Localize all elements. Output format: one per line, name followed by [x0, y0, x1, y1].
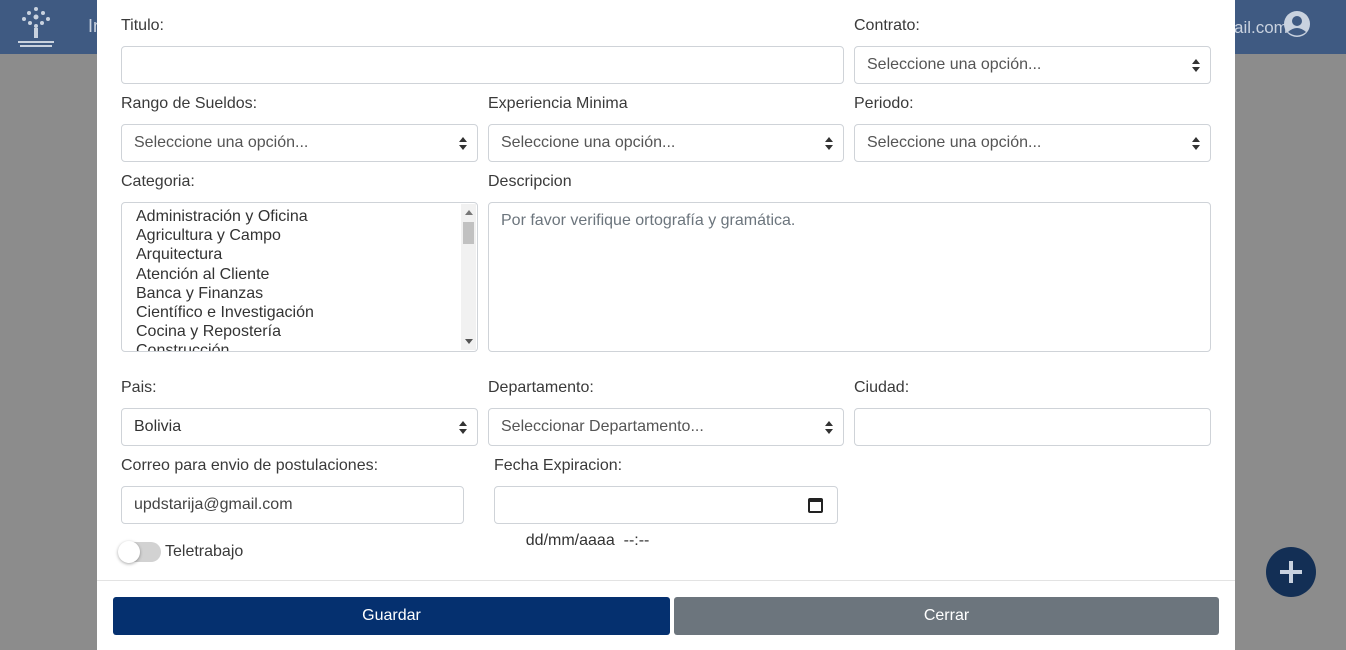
- departamento-label: Departamento:: [488, 379, 594, 396]
- rango-sueldos-label: Rango de Sueldos:: [121, 95, 258, 112]
- scrollbar-thumb[interactable]: [463, 222, 474, 244]
- scroll-down-icon[interactable]: [465, 339, 473, 344]
- listbox-scrollbar[interactable]: [461, 204, 476, 350]
- calendar-icon[interactable]: [808, 498, 823, 513]
- categoria-label: Categoria:: [121, 173, 195, 190]
- select-caret-icon: [459, 137, 467, 150]
- departamento-select[interactable]: Seleccionar Departamento...: [488, 408, 844, 446]
- categoria-option[interactable]: Arquitectura: [136, 245, 477, 264]
- categoria-option[interactable]: Construcción: [136, 341, 477, 351]
- university-logo-icon: [18, 7, 54, 47]
- rango-sueldos-value: Seleccione una opción...: [134, 134, 309, 151]
- categoria-listbox[interactable]: Administración y Oficina Agricultura y C…: [121, 202, 478, 352]
- footer-divider: [97, 580, 1235, 581]
- categoria-option[interactable]: Agricultura y Campo: [136, 226, 477, 245]
- titulo-label: Titulo:: [121, 17, 164, 34]
- contrato-label: Contrato:: [854, 17, 920, 34]
- user-email[interactable]: ail.com: [1234, 18, 1288, 38]
- contrato-value: Seleccione una opción...: [867, 56, 1042, 73]
- departamento-value: Seleccionar Departamento...: [501, 418, 704, 435]
- pais-value: Bolivia: [134, 418, 182, 435]
- select-caret-icon: [825, 421, 833, 434]
- teletrabajo-label: Teletrabajo: [165, 543, 244, 560]
- user-account-icon[interactable]: [1284, 11, 1310, 37]
- fecha-value: dd/mm/aaaa --:--: [525, 532, 650, 549]
- descripcion-label: Descripcion: [488, 173, 572, 190]
- experiencia-value: Seleccione una opción...: [501, 134, 676, 151]
- ciudad-label: Ciudad:: [854, 379, 910, 396]
- plus-icon: [1280, 561, 1302, 583]
- scroll-up-icon[interactable]: [465, 210, 473, 215]
- periodo-select[interactable]: Seleccione una opción...: [854, 124, 1211, 162]
- periodo-value: Seleccione una opción...: [867, 134, 1042, 151]
- switch-knob: [118, 541, 140, 563]
- categoria-option[interactable]: Cocina y Repostería: [136, 322, 477, 341]
- ciudad-input[interactable]: [854, 408, 1211, 446]
- save-button[interactable]: Guardar: [113, 597, 670, 635]
- job-offer-modal: Titulo: Contrato: Seleccione una opción.…: [97, 0, 1235, 650]
- select-caret-icon: [459, 421, 467, 434]
- rango-sueldos-select[interactable]: Seleccione una opción...: [121, 124, 478, 162]
- select-caret-icon: [1192, 137, 1200, 150]
- pais-select[interactable]: Bolivia: [121, 408, 478, 446]
- select-caret-icon: [825, 137, 833, 150]
- teletrabajo-switch[interactable]: [118, 541, 161, 563]
- select-caret-icon: [1192, 59, 1200, 72]
- pais-label: Pais:: [121, 379, 157, 396]
- categoria-option[interactable]: Atención al Cliente: [136, 265, 477, 284]
- fecha-label: Fecha Expiracion:: [494, 457, 623, 474]
- categoria-option[interactable]: Científico e Investigación: [136, 303, 477, 322]
- correo-input[interactable]: updstarija@gmail.com: [121, 486, 464, 524]
- close-button[interactable]: Cerrar: [674, 597, 1219, 635]
- descripcion-textarea[interactable]: Por favor verifique ortografía y gramáti…: [488, 202, 1211, 352]
- categoria-option[interactable]: Banca y Finanzas: [136, 284, 477, 303]
- experiencia-select[interactable]: Seleccione una opción...: [488, 124, 844, 162]
- experiencia-label: Experiencia Minima: [488, 95, 628, 112]
- fecha-input[interactable]: dd/mm/aaaa --:--: [494, 486, 838, 549]
- categoria-option[interactable]: Administración y Oficina: [136, 207, 477, 226]
- periodo-label: Periodo:: [854, 95, 914, 112]
- add-button[interactable]: [1266, 547, 1316, 597]
- titulo-input[interactable]: [121, 46, 844, 84]
- contrato-select[interactable]: Seleccione una opción...: [854, 46, 1211, 84]
- correo-label: Correo para envio de postulaciones:: [121, 457, 379, 474]
